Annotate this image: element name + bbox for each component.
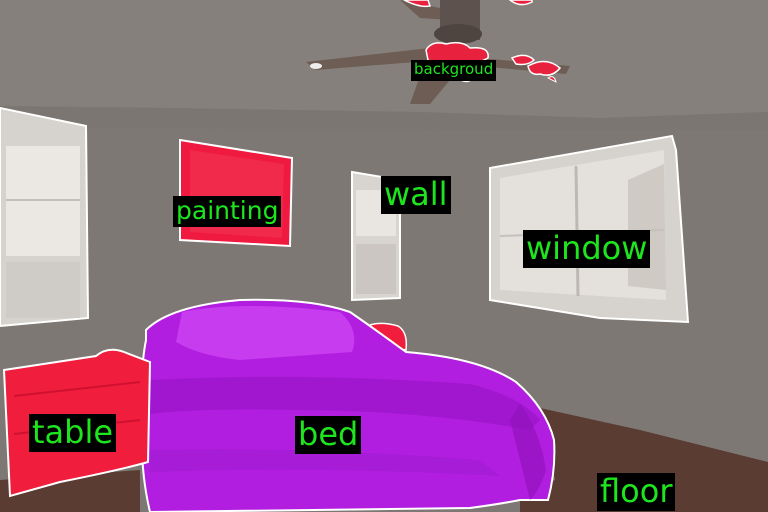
window-left xyxy=(0,106,90,328)
label-wall: wall xyxy=(381,176,451,214)
label-backgroud: backgroud xyxy=(411,60,497,81)
segmentation-scene: backgroud wall painting window bed table… xyxy=(0,0,768,512)
label-table: table xyxy=(29,414,117,452)
label-painting: painting xyxy=(173,196,282,227)
label-floor: floor xyxy=(597,473,676,511)
label-window: window xyxy=(523,230,651,268)
label-bed: bed xyxy=(295,416,362,454)
